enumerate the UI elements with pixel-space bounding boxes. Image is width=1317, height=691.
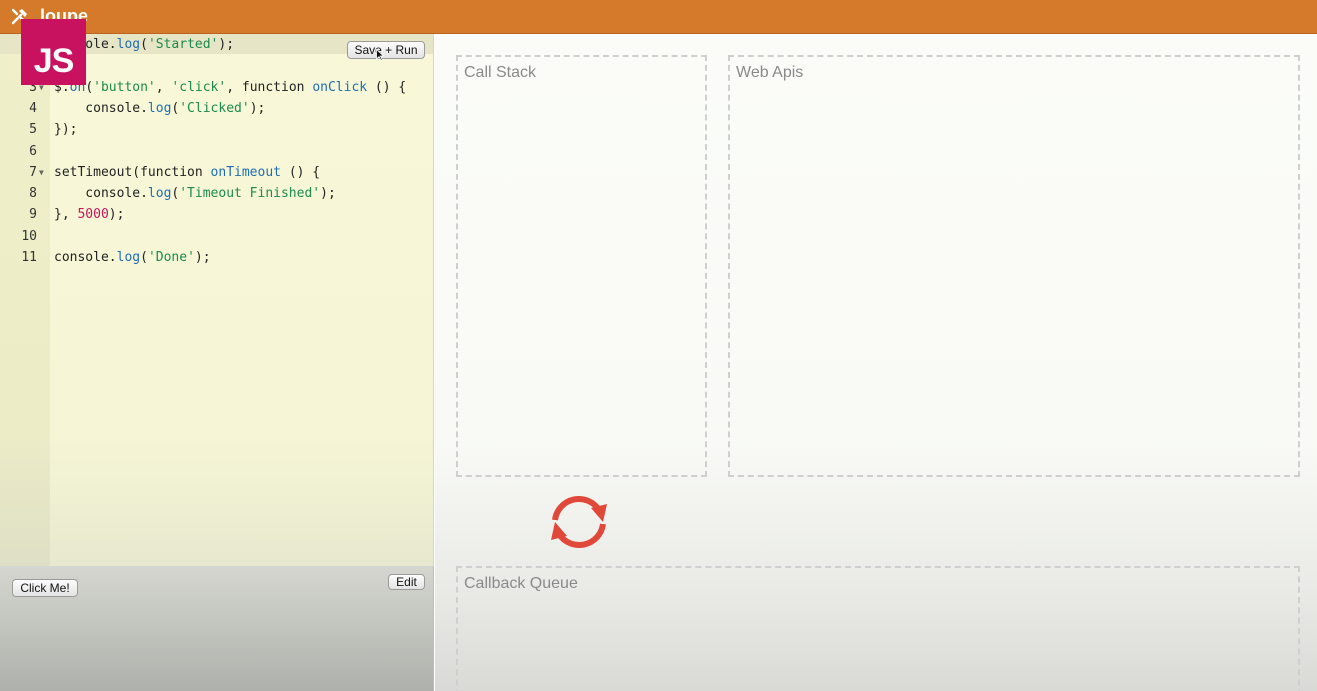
code-token: log <box>116 37 141 52</box>
code-editor[interactable]: 1console.log('Started');23▼$.on('button'… <box>0 34 434 566</box>
edit-button[interactable]: Edit <box>388 574 425 590</box>
line-number: 4 <box>29 100 37 116</box>
code-line[interactable]: 4 console.log('Clicked'); <box>0 98 433 119</box>
code-token: ); <box>108 207 125 223</box>
code-line[interactable]: 6 <box>0 141 433 162</box>
web-apis-box: Web Apis <box>728 55 1300 477</box>
fold-arrow-icon[interactable]: ▼ <box>39 162 44 183</box>
line-number: 6 <box>29 143 37 159</box>
code-text: }); <box>54 119 77 140</box>
code-token: log <box>147 186 172 202</box>
code-token: }); <box>54 122 78 138</box>
code-token: console. <box>54 250 117 265</box>
code-token: 'button' <box>93 79 156 95</box>
code-token: log <box>147 100 172 116</box>
code-line[interactable]: 8 console.log('Timeout Finished'); <box>0 183 433 204</box>
code-token: ); <box>218 37 235 52</box>
code-token: ); <box>320 186 336 202</box>
code-line[interactable]: 5}); <box>0 119 433 140</box>
code-token: console. <box>54 100 148 116</box>
event-loop-icon <box>551 495 607 549</box>
code-token: , <box>155 79 172 95</box>
code-token: () { <box>281 164 321 180</box>
code-token: ); <box>249 100 266 116</box>
code-line[interactable]: 7 ▼ setTimeout(function onTimeout () { <box>0 162 433 183</box>
code-token: ( <box>140 250 148 265</box>
js-logo: JS <box>21 19 86 85</box>
line-number: 5 <box>29 122 37 138</box>
code-token: log <box>116 250 141 265</box>
code-token: 5000 <box>77 207 109 223</box>
save-run-button[interactable]: Save + Run <box>347 41 425 59</box>
code-line[interactable]: 9}, 5000); <box>0 204 433 225</box>
code-text: console.log('Clicked'); <box>54 98 265 119</box>
mouse-cursor-icon <box>376 49 384 61</box>
code-token: ); <box>194 250 211 265</box>
call-stack-box: Call Stack <box>456 55 707 477</box>
code-token: onClick <box>312 79 368 95</box>
code-token: , function <box>226 79 313 95</box>
code-token: 'Done' <box>147 250 195 265</box>
code-line[interactable]: 10 <box>0 226 433 247</box>
js-logo-text: JS <box>33 42 75 80</box>
callback-queue-box: Callback Queue <box>456 566 1300 691</box>
title-bar: loupe <box>0 0 1317 34</box>
code-token: 'Timeout Finished' <box>179 186 321 202</box>
code-token: () { <box>367 79 407 95</box>
line-number: 9 <box>29 207 37 223</box>
code-token: setTimeout(function <box>54 164 211 180</box>
code-token: ( <box>140 37 148 52</box>
code-text: console.log('Done'); <box>54 247 211 268</box>
line-number: 10 <box>21 228 37 244</box>
code-line[interactable]: 11 console.log('Done'); <box>0 247 433 268</box>
code-token: 'Started' <box>147 37 219 52</box>
click-me-button[interactable]: Click Me! <box>12 579 78 597</box>
code-token: 'Clicked' <box>179 100 250 116</box>
code-token: }, <box>54 207 78 223</box>
code-token: 'click' <box>171 79 227 95</box>
code-token: onTimeout <box>210 164 281 180</box>
call-stack-label: Call Stack <box>464 64 537 81</box>
line-number: 8 <box>29 186 37 202</box>
code-text: console.log('Timeout Finished'); <box>54 183 336 204</box>
callback-queue-label: Callback Queue <box>464 575 578 592</box>
code-text: $.on('button', 'click', function onClick… <box>54 77 406 98</box>
web-apis-label: Web Apis <box>736 64 804 81</box>
code-token: ( <box>85 79 94 95</box>
line-number: 11 <box>21 250 37 265</box>
code-text: setTimeout(function onTimeout () { <box>54 162 320 183</box>
code-token: console. <box>54 186 148 202</box>
code-text: }, 5000); <box>54 204 124 225</box>
line-number: 7 <box>29 164 37 180</box>
